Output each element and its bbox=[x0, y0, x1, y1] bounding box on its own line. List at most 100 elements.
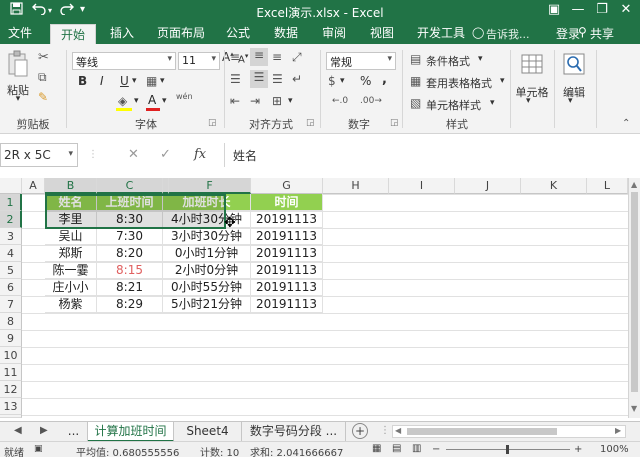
merge-center-icon[interactable]: ⊞ bbox=[272, 94, 282, 108]
cells-dropdown-icon[interactable]: ▾ bbox=[526, 96, 531, 106]
tab-home[interactable]: 开始 bbox=[50, 24, 96, 44]
align-bottom-icon[interactable]: ≡ bbox=[272, 50, 282, 64]
orientation-icon[interactable]: ⤢ bbox=[292, 50, 302, 65]
header-cell-name[interactable]: 姓名 bbox=[45, 194, 97, 211]
cell-styles-dropdown-icon[interactable]: ▾ bbox=[490, 98, 495, 108]
page-break-view-icon[interactable]: ▥ bbox=[412, 443, 421, 454]
row-header-11[interactable]: 11 bbox=[0, 364, 22, 381]
column-header-L[interactable]: L bbox=[587, 178, 628, 194]
comma-button[interactable]: , bbox=[382, 72, 387, 87]
share-button[interactable]: 共享 bbox=[590, 25, 614, 42]
cell-start[interactable]: 8:15 bbox=[97, 262, 163, 279]
align-right-icon[interactable]: ☰ bbox=[272, 72, 283, 86]
sheet-tab[interactable]: Sheet4 bbox=[174, 422, 242, 442]
scroll-down-icon[interactable]: ▼ bbox=[631, 404, 637, 413]
column-header-J[interactable]: J bbox=[455, 178, 521, 194]
tell-me-search[interactable]: 告诉我... bbox=[486, 26, 530, 42]
column-header-B[interactable]: B bbox=[45, 178, 97, 194]
minimize-button[interactable]: — bbox=[568, 2, 588, 17]
header-cell-time[interactable]: 时间 bbox=[251, 194, 323, 211]
cell-time[interactable]: 20191113 bbox=[251, 262, 323, 279]
horizontal-scrollbar[interactable]: ◀ ▶ bbox=[392, 425, 626, 438]
font-dialog-launcher-icon[interactable]: ◲ bbox=[208, 118, 217, 128]
status-average[interactable]: 平均值: 0.680555556 bbox=[76, 444, 179, 457]
number-format-combo[interactable]: 常规 ▾ bbox=[326, 52, 396, 70]
normal-view-icon[interactable]: ▦ bbox=[372, 443, 381, 454]
sheet-scroll-right-icon[interactable]: ▶ bbox=[40, 425, 48, 436]
enter-entry-icon[interactable]: ✓ bbox=[160, 147, 171, 162]
cancel-entry-icon[interactable]: ✕ bbox=[128, 147, 139, 162]
cell-name[interactable]: 李里 bbox=[45, 211, 97, 228]
conditional-formatting-button[interactable]: 条件格式 bbox=[426, 53, 470, 69]
column-header-G[interactable]: G bbox=[251, 178, 323, 194]
horizontal-scroll-thumb[interactable] bbox=[407, 428, 557, 435]
row-header-4[interactable]: 4 bbox=[0, 245, 22, 262]
column-header-F[interactable]: F bbox=[169, 178, 251, 194]
column-header-I[interactable]: I bbox=[389, 178, 455, 194]
row-header-8[interactable]: 8 bbox=[0, 313, 22, 330]
cell-time[interactable]: 20191113 bbox=[251, 211, 323, 228]
row-header-7[interactable]: 7 bbox=[0, 296, 22, 313]
cell-overtime[interactable]: 0小时1分钟 bbox=[163, 245, 251, 262]
header-cell-start[interactable]: 上班时间 bbox=[97, 194, 163, 211]
row-header-5[interactable]: 5 bbox=[0, 262, 22, 279]
underline-button[interactable]: U bbox=[120, 74, 129, 88]
percent-button[interactable]: % bbox=[360, 74, 371, 88]
cell-time[interactable]: 20191113 bbox=[251, 228, 323, 245]
cell-start[interactable]: 8:20 bbox=[97, 245, 163, 262]
conditional-formatting-icon[interactable]: ▤ bbox=[410, 52, 421, 66]
row-header-2[interactable]: 2 bbox=[0, 211, 22, 228]
font-color-icon[interactable]: A bbox=[148, 93, 156, 107]
tab-view[interactable]: 视图 bbox=[362, 22, 402, 44]
cell-name[interactable]: 郑斯 bbox=[45, 245, 97, 262]
paste-dropdown-icon[interactable]: ▾ bbox=[14, 94, 22, 104]
insert-function-icon[interactable]: fx bbox=[194, 147, 206, 162]
sheet-scroll-left-icon[interactable]: ◀ bbox=[14, 425, 22, 436]
cell-overtime[interactable]: 2小时0分钟 bbox=[163, 262, 251, 279]
select-all-corner[interactable] bbox=[0, 178, 22, 194]
increase-decimal-icon[interactable]: ←.0 bbox=[332, 96, 348, 106]
name-box[interactable]: 2R x 5C ▾ bbox=[0, 143, 78, 167]
cell-styles-icon[interactable]: ▧ bbox=[410, 96, 421, 110]
vertical-scroll-thumb[interactable] bbox=[631, 192, 638, 392]
phonetic-guide-icon[interactable]: wén bbox=[176, 92, 193, 101]
row-header-6[interactable]: 6 bbox=[0, 279, 22, 296]
cell-start[interactable]: 8:30 bbox=[97, 211, 163, 228]
format-painter-icon[interactable]: ✎ bbox=[38, 90, 48, 104]
border-dropdown-icon[interactable]: ▾ bbox=[160, 76, 165, 86]
cell-overtime[interactable]: 5小时21分钟 bbox=[163, 296, 251, 313]
decrease-decimal-icon[interactable]: .00→ bbox=[360, 96, 382, 106]
cell-time[interactable]: 20191113 bbox=[251, 279, 323, 296]
cell-overtime[interactable]: 4小时30分钟 bbox=[163, 211, 251, 228]
cell-time[interactable]: 20191113 bbox=[251, 245, 323, 262]
tab-splitter-icon[interactable]: ⋮ bbox=[380, 425, 390, 436]
copy-icon[interactable]: ⧉ bbox=[38, 70, 47, 85]
align-left-icon[interactable]: ☰ bbox=[230, 72, 241, 86]
zoom-level[interactable]: 100% bbox=[600, 444, 629, 455]
cut-icon[interactable]: ✂ bbox=[38, 50, 49, 65]
tab-review[interactable]: 审阅 bbox=[314, 22, 354, 44]
decrease-indent-icon[interactable]: ⇤ bbox=[230, 94, 240, 108]
format-as-table-icon[interactable]: ▦ bbox=[410, 74, 421, 88]
zoom-out-icon[interactable]: − bbox=[432, 444, 440, 455]
close-button[interactable]: ✕ bbox=[616, 2, 636, 17]
cell-name[interactable]: 陈一霎 bbox=[45, 262, 97, 279]
editing-button[interactable]: 编辑 bbox=[556, 84, 592, 100]
align-top-icon[interactable]: ≡ bbox=[230, 50, 240, 64]
format-as-table-dropdown-icon[interactable]: ▾ bbox=[500, 76, 505, 86]
font-name-combo[interactable]: 等线 ▾ bbox=[72, 52, 176, 70]
italic-button[interactable]: I bbox=[100, 74, 104, 88]
cell-start[interactable]: 8:29 bbox=[97, 296, 163, 313]
format-as-table-button[interactable]: 套用表格格式 bbox=[426, 75, 492, 91]
cell-name[interactable]: 杨紫 bbox=[45, 296, 97, 313]
add-sheet-button[interactable]: + bbox=[352, 423, 368, 439]
tab-formulas[interactable]: 公式 bbox=[220, 22, 256, 44]
editing-dropdown-icon[interactable]: ▾ bbox=[568, 96, 573, 106]
cell-start[interactable]: 7:30 bbox=[97, 228, 163, 245]
zoom-in-icon[interactable]: + bbox=[574, 444, 582, 455]
restore-button[interactable]: ❐ bbox=[592, 2, 612, 17]
hscroll-right-icon[interactable]: ▶ bbox=[615, 426, 621, 435]
scroll-up-icon[interactable]: ▲ bbox=[631, 180, 637, 189]
cell-time[interactable]: 20191113 bbox=[251, 296, 323, 313]
cells-button[interactable]: 单元格 bbox=[512, 84, 552, 100]
